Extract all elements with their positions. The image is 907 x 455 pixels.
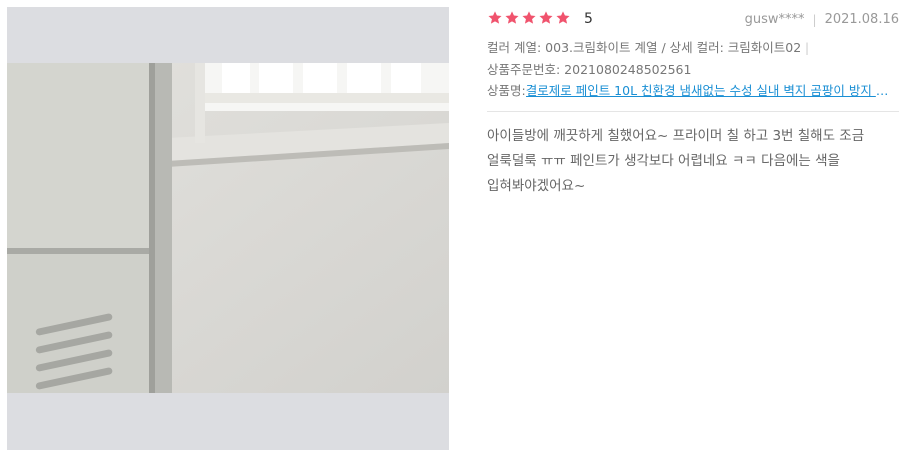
star-rating (487, 10, 571, 26)
order-info: 컬러 계열: 003.크림화이트 계열 / 상세 컬러: 크림화이트02 | 상… (487, 37, 899, 101)
star-icon (539, 11, 553, 24)
photo-frame (7, 7, 449, 450)
rating-value: 5 (584, 11, 593, 27)
color-option-text: 컬러 계열: 003.크림화이트 계열 / 상세 컬러: 크림화이트02 (487, 40, 802, 55)
meta-divider: | (812, 12, 817, 27)
review-photo[interactable] (7, 63, 449, 393)
review-meta: gusw**** | 2021.08.16 (745, 12, 899, 27)
product-link-wrap: 결로제로 페인트 10L 친환경 냄새없는 수성 실내 벽지 곰팡이 방지 페인… (526, 80, 892, 101)
product-label: 상품명: (487, 83, 526, 98)
review-body: 아이들방에 깨끗하게 칠했어요~ 프라이머 칠 하고 3번 칠해도 조금 얼룩덜… (487, 128, 865, 194)
order-number: 상품주문번호: 2021080248502561 (487, 62, 692, 77)
review-photo-image (7, 63, 449, 393)
star-icon (522, 11, 536, 24)
option-divider: | (801, 41, 810, 55)
star-icon (556, 11, 570, 24)
star-icon (505, 11, 519, 24)
divider (487, 111, 899, 112)
review-date: 2021.08.16 (824, 12, 899, 27)
review-header: 5 gusw**** | 2021.08.16 (487, 10, 899, 32)
color-option: 컬러 계열: 003.크림화이트 계열 / 상세 컬러: 크림화이트02 | (487, 37, 899, 59)
product-name-row: 상품명: 결로제로 페인트 10L 친환경 냄새없는 수성 실내 벽지 곰팡이 … (487, 80, 892, 101)
product-link[interactable]: 결로제로 페인트 10L 친환경 냄새없는 수성 실내 벽지 곰팡이 방지 페인… (526, 83, 892, 98)
star-icon (488, 11, 502, 24)
review-panel: 5 gusw**** | 2021.08.16 컬러 계열: 003.크림화이트… (487, 10, 899, 199)
reviewer-name: gusw**** (744, 12, 805, 27)
